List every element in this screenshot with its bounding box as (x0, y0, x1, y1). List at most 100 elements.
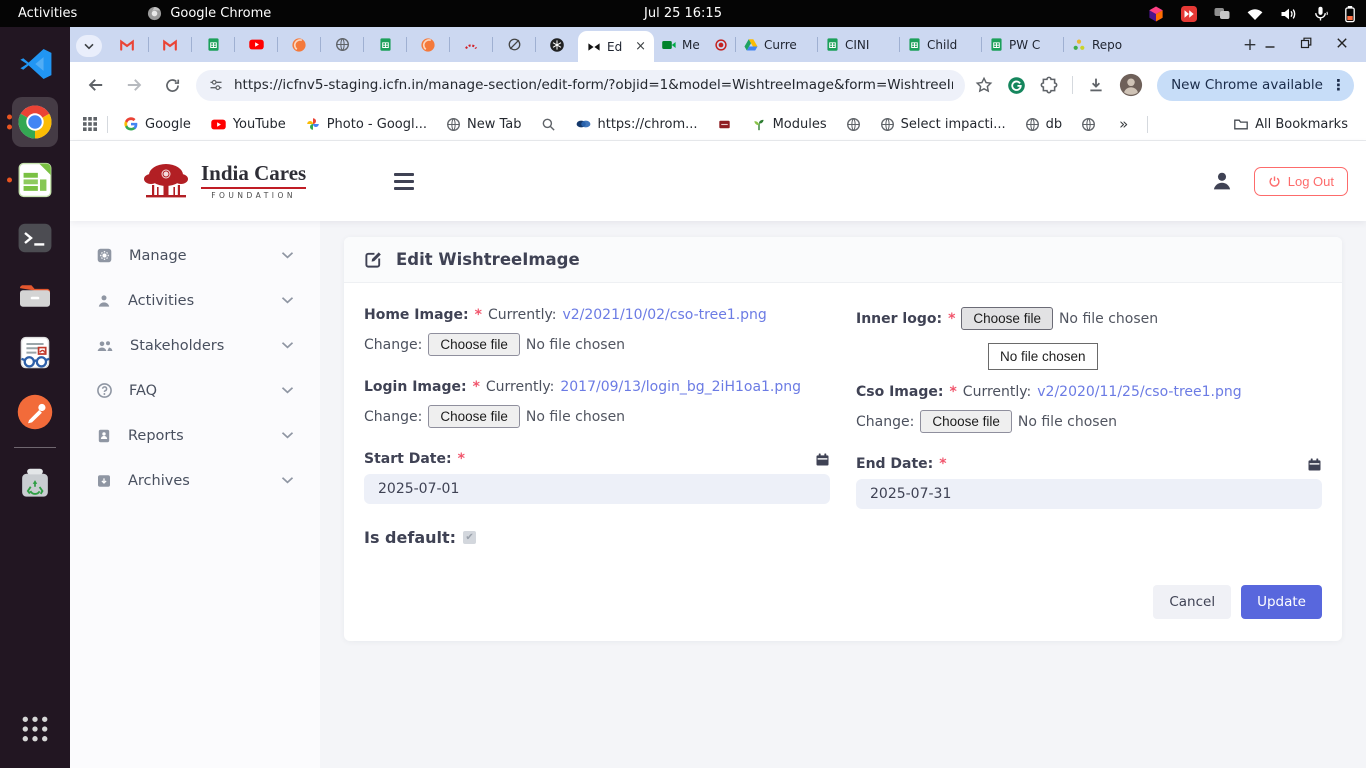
tab-title: PW C (1009, 38, 1056, 52)
site-settings-icon[interactable] (208, 77, 224, 93)
end-date-input[interactable] (856, 479, 1322, 509)
reload-button[interactable] (158, 71, 186, 99)
dock-terminal[interactable] (4, 209, 66, 267)
dock-trash[interactable] (4, 454, 66, 512)
sidebar-item-stakeholders[interactable]: Stakeholders (70, 323, 320, 368)
tab[interactable] (235, 27, 277, 62)
restore-button[interactable] (1300, 37, 1312, 52)
bookmark-globe[interactable] (840, 117, 867, 132)
tab[interactable] (493, 27, 535, 62)
battery-icon[interactable] (1344, 5, 1356, 23)
cso-image-row: Cso Image:* Currently: v2/2020/11/25/cso… (856, 384, 1322, 400)
dock-chrome[interactable] (4, 93, 66, 151)
bookmark-new-tab[interactable]: New Tab (440, 117, 528, 132)
dock-files[interactable] (4, 267, 66, 325)
cancel-button[interactable]: Cancel (1153, 585, 1231, 619)
brand-logo[interactable]: India Cares FOUNDATION (140, 161, 306, 201)
clock[interactable]: Jul 25 16:15 (644, 6, 722, 21)
tab[interactable]: CINI (818, 27, 899, 62)
minimize-button[interactable] (1264, 37, 1276, 52)
bookmark-search[interactable] (535, 117, 562, 132)
microphone-icon[interactable] (1312, 5, 1329, 22)
dock-postman[interactable] (4, 383, 66, 441)
bookmark-red-logo[interactable] (711, 118, 738, 131)
back-button[interactable] (82, 71, 110, 99)
cso-image-choose-file-button[interactable]: Choose file (920, 410, 1012, 433)
bookmark-youtube[interactable]: YouTube (204, 116, 292, 133)
bookmark-https-chrom[interactable]: https://chrom... (569, 117, 704, 132)
tab[interactable]: Repo (1064, 27, 1145, 62)
sidebar-item-archives[interactable]: Archives (70, 458, 320, 503)
inner-logo-choose-file-button[interactable]: Choose file (961, 307, 1053, 330)
tab[interactable] (321, 27, 363, 62)
wifi-icon[interactable] (1246, 6, 1264, 21)
apps-grid-icon[interactable] (82, 116, 98, 132)
update-button[interactable]: Update (1241, 585, 1322, 619)
calendar-icon[interactable] (1307, 457, 1322, 472)
forward-button[interactable] (120, 71, 148, 99)
screenshare-icon[interactable] (1180, 5, 1198, 23)
sidebar-item-manage[interactable]: Manage (70, 233, 320, 278)
close-tab-icon[interactable]: × (635, 40, 646, 53)
profile-avatar[interactable] (1119, 73, 1143, 97)
tab[interactable] (536, 27, 578, 62)
new-tab-button[interactable]: + (1236, 31, 1264, 59)
is-default-checkbox[interactable]: ✔ (463, 531, 476, 544)
chrome-menu-icon[interactable]: ⋮ (1331, 76, 1346, 94)
sidebar-item-reports[interactable]: Reports (70, 413, 320, 458)
tab-active[interactable]: Ed× (578, 31, 654, 62)
logout-button[interactable]: Log Out (1254, 167, 1348, 196)
system-tray[interactable] (1147, 5, 1356, 23)
extensions-puzzle-icon[interactable] (1040, 76, 1058, 94)
start-date-input[interactable] (364, 474, 830, 504)
sidebar-item-faq[interactable]: FAQ (70, 368, 320, 413)
tab[interactable] (450, 27, 492, 62)
tab[interactable] (364, 27, 406, 62)
dock-document-viewer[interactable] (4, 325, 66, 383)
login-image-file-link[interactable]: 2017/09/13/login_bg_2iH1oa1.png (560, 379, 801, 395)
login-image-choose-file-button[interactable]: Choose file (428, 405, 520, 428)
show-applications-button[interactable] (4, 700, 66, 758)
bookmark-db[interactable]: db (1019, 117, 1069, 132)
dock-vscode[interactable] (4, 35, 66, 93)
tab[interactable]: Curre (736, 27, 817, 62)
color-cube-icon[interactable] (1147, 5, 1165, 23)
close-window-button[interactable] (1336, 37, 1348, 52)
youtube-icon (248, 36, 265, 53)
messages-icon[interactable] (1213, 6, 1231, 22)
folder-icon (1233, 116, 1249, 132)
tab[interactable] (192, 27, 234, 62)
bookmark-select-impacti[interactable]: Select impacti... (874, 117, 1012, 132)
tab[interactable]: Me (654, 27, 735, 62)
home-image-file-link[interactable]: v2/2021/10/02/cso-tree1.png (562, 307, 766, 323)
tab[interactable] (278, 27, 320, 62)
sidebar-toggle-hamburger[interactable] (394, 173, 414, 190)
tab[interactable]: Child (900, 27, 981, 62)
bookmark-photo-googl[interactable]: Photo - Googl... (299, 116, 433, 132)
user-profile-icon[interactable] (1210, 169, 1234, 193)
calendar-icon[interactable] (815, 452, 830, 467)
bookmark-star-icon[interactable] (975, 76, 993, 94)
bookmark-google[interactable]: Google (117, 116, 197, 132)
tab[interactable] (149, 27, 191, 62)
home-image-choose-file-button[interactable]: Choose file (428, 333, 520, 356)
tab-scroll-chevron[interactable] (76, 35, 102, 57)
sidebar-item-activities[interactable]: Activities (70, 278, 320, 323)
tab[interactable]: PW C (982, 27, 1063, 62)
activities-button[interactable]: Activities (18, 6, 77, 21)
address-bar[interactable]: https://icfnv5-staging.icfn.in/manage-se… (196, 70, 965, 101)
all-bookmarks-button[interactable]: All Bookmarks (1227, 116, 1354, 132)
chrome-update-pill[interactable]: New Chrome available ⋮ (1157, 70, 1354, 101)
bookmark-globe[interactable] (1075, 117, 1102, 132)
downloads-icon[interactable] (1087, 76, 1105, 94)
tab[interactable] (407, 27, 449, 62)
volume-icon[interactable] (1279, 6, 1297, 22)
dock-libreoffice-calc[interactable] (4, 151, 66, 209)
tab[interactable] (106, 27, 148, 62)
grammarly-extension-icon[interactable] (1007, 76, 1026, 95)
bookmark-modules[interactable]: Modules (745, 116, 833, 132)
focused-app-menu[interactable]: Google Chrome (147, 6, 271, 21)
url-text[interactable]: https://icfnv5-staging.icfn.in/manage-se… (234, 77, 953, 93)
bookmarks-overflow-chevrons[interactable]: » (1109, 115, 1138, 133)
cso-image-file-link[interactable]: v2/2020/11/25/cso-tree1.png (1037, 384, 1241, 400)
